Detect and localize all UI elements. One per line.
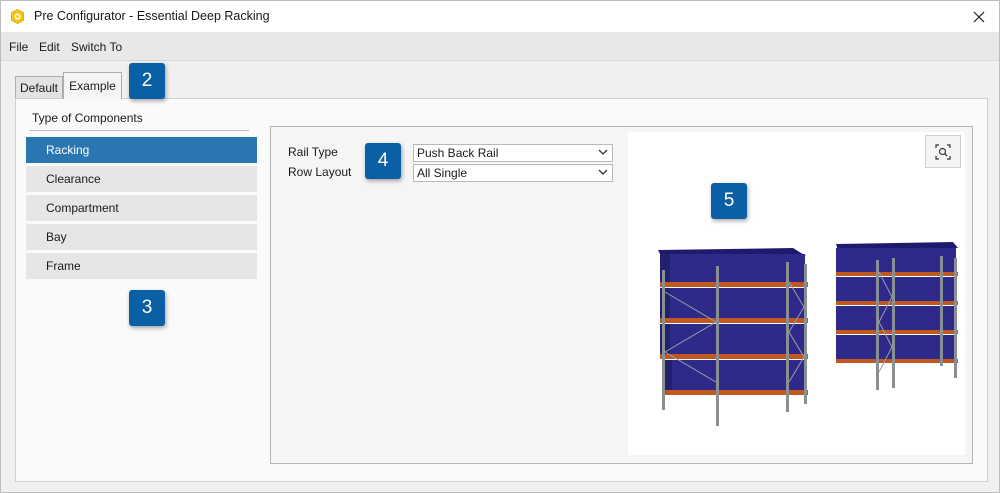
zoom-fit-button[interactable] [925, 135, 961, 168]
component-item-racking[interactable]: Racking [26, 137, 257, 163]
callout-3: 3 [129, 290, 165, 326]
app-window: Pre Configurator - Essential Deep Rackin… [0, 0, 1000, 493]
components-section-title: Type of Components [32, 111, 143, 125]
chevron-down-icon [598, 149, 608, 155]
rack-left [658, 248, 808, 426]
callout-2: 2 [129, 63, 165, 99]
rack-3d-illustration [658, 242, 958, 426]
section-divider [29, 130, 249, 131]
components-list: Racking Clearance Compartment Bay Frame [26, 137, 257, 282]
row-layout-value: All Single [417, 166, 468, 180]
close-button[interactable] [959, 1, 999, 32]
rail-type-select[interactable]: Push Back Rail [413, 144, 613, 162]
rail-type-value: Push Back Rail [417, 146, 499, 160]
callout-5: 5 [711, 183, 747, 219]
menu-switch-to[interactable]: Switch To [71, 40, 122, 54]
component-item-bay[interactable]: Bay [26, 224, 257, 250]
rail-type-label: Rail Type [288, 145, 338, 159]
component-item-frame[interactable]: Frame [26, 253, 257, 279]
menu-file[interactable]: File [9, 40, 28, 54]
component-item-clearance[interactable]: Clearance [26, 166, 257, 192]
callout-4: 4 [365, 143, 401, 179]
rack-right [836, 242, 958, 390]
app-logo-icon [11, 9, 24, 24]
title-bar: Pre Configurator - Essential Deep Rackin… [1, 1, 999, 32]
row-layout-select[interactable]: All Single [413, 164, 613, 182]
row-layout-label: Row Layout [288, 165, 352, 179]
menu-bar: File Edit Switch To [1, 32, 999, 61]
tab-default[interactable]: Default [15, 76, 63, 98]
component-item-compartment[interactable]: Compartment [26, 195, 257, 221]
chevron-down-icon [598, 169, 608, 175]
window-title: Pre Configurator - Essential Deep Rackin… [34, 9, 270, 23]
zoom-fit-icon [935, 143, 951, 160]
tab-example[interactable]: Example [63, 72, 122, 99]
close-icon [973, 11, 985, 22]
menu-edit[interactable]: Edit [39, 40, 60, 54]
